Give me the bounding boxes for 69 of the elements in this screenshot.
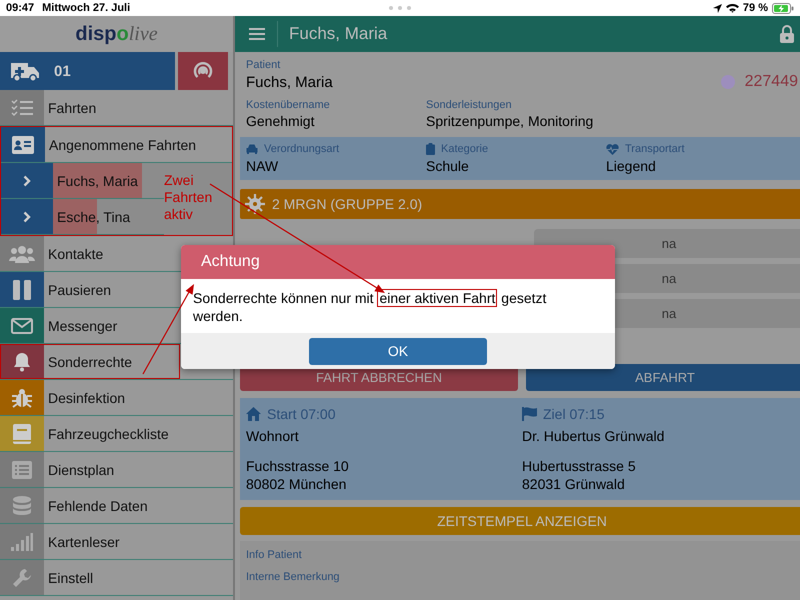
- route-heading: Start 07:00: [267, 406, 336, 422]
- database-icon: [13, 496, 31, 516]
- field-value: Genehmigt: [246, 113, 316, 129]
- ok-button[interactable]: OK: [309, 338, 487, 364]
- infection-text: 2 MRGN (GRUPPE 2.0): [272, 196, 422, 212]
- field-label: Verordnungsart: [264, 143, 340, 155]
- lock-icon[interactable]: [780, 25, 794, 43]
- annotation-note: Zwei Fahrten aktiv: [164, 172, 214, 223]
- sidebar-item[interactable]: Fahrzeugcheckliste: [0, 416, 233, 452]
- wrench-icon: [12, 568, 32, 588]
- flag-icon: [522, 407, 537, 421]
- sidebar-item[interactable]: Fehlende Daten: [0, 488, 233, 524]
- location-icon: [712, 4, 722, 12]
- field-label: Transportart: [625, 143, 685, 155]
- chevron-icon: [23, 174, 31, 186]
- car-icon: [246, 144, 258, 154]
- field-label: Patient: [246, 59, 282, 71]
- virus-icon: [244, 193, 266, 215]
- field-value: NAW: [246, 158, 280, 174]
- place-name: Wohnort: [246, 428, 300, 444]
- sidebar-item[interactable]: Angenommene Fahrten: [1, 127, 232, 163]
- pause-icon: [13, 280, 31, 300]
- place-name: Dr. Hubertus Grünwald: [522, 428, 666, 444]
- clipboard-icon: [426, 143, 435, 155]
- street-address: Fuchsstrasse 10: [246, 458, 350, 474]
- bug-icon: [11, 388, 33, 408]
- depart-button[interactable]: ABFAHRT: [526, 364, 800, 391]
- sidebar-item[interactable]: Kartenleser: [0, 524, 233, 560]
- field-label: Interne Bemerkung: [246, 571, 341, 583]
- ambulance-icon: [10, 60, 40, 82]
- city-address: 80802 München: [246, 476, 348, 492]
- broadcast-button[interactable]: [178, 52, 228, 90]
- status-dot: [720, 75, 735, 89]
- book-icon: [13, 424, 31, 444]
- sidebar-item[interactable]: Einstell: [0, 560, 233, 596]
- dots-icon: [389, 6, 411, 10]
- page-title: Fuchs, Maria: [289, 24, 388, 44]
- route-heading: Ziel 07:15: [543, 406, 604, 422]
- field-label: Info Patient: [246, 549, 303, 561]
- field-label: Kostenübername: [246, 99, 331, 111]
- signal-bars-icon: [11, 532, 33, 550]
- sidebar-item[interactable]: Desinfektion: [0, 380, 233, 416]
- wifi-icon: [726, 3, 739, 13]
- vehicle-button[interactable]: 01: [0, 52, 175, 90]
- field-label: Sonderleistungen: [426, 99, 513, 111]
- patient-name: Fuchs, Maria: [246, 74, 333, 90]
- battery-icon: [772, 2, 794, 14]
- sidebar-item[interactable]: Dienstplan: [0, 452, 233, 488]
- patient-number: 227449: [744, 73, 798, 91]
- city-address: 82031 Grünwald: [522, 476, 626, 492]
- logo: dispolive: [75, 22, 158, 46]
- field-value: Liegend: [606, 158, 657, 174]
- field-value: Schule: [426, 158, 470, 174]
- street-address: Hubertusstrasse 5: [522, 458, 637, 474]
- people-icon: [9, 244, 35, 262]
- menu-icon[interactable]: [249, 28, 265, 40]
- field-label: Kategorie: [441, 143, 488, 155]
- id-card-icon: [12, 136, 34, 154]
- checklist-icon: [11, 98, 33, 116]
- battery-percent: 79 %: [742, 2, 768, 14]
- status-time: 09:47: [6, 2, 34, 14]
- heartbeat-icon: [606, 144, 619, 154]
- house-icon: [246, 407, 261, 421]
- status-date: Mittwoch 27. Juli: [42, 2, 130, 14]
- bell-icon: [13, 352, 31, 372]
- chevron-icon: [23, 210, 31, 222]
- field-value: Spritzenpumpe, Monitoring: [426, 113, 594, 129]
- envelope-icon: [11, 318, 33, 334]
- list-icon: [12, 460, 32, 478]
